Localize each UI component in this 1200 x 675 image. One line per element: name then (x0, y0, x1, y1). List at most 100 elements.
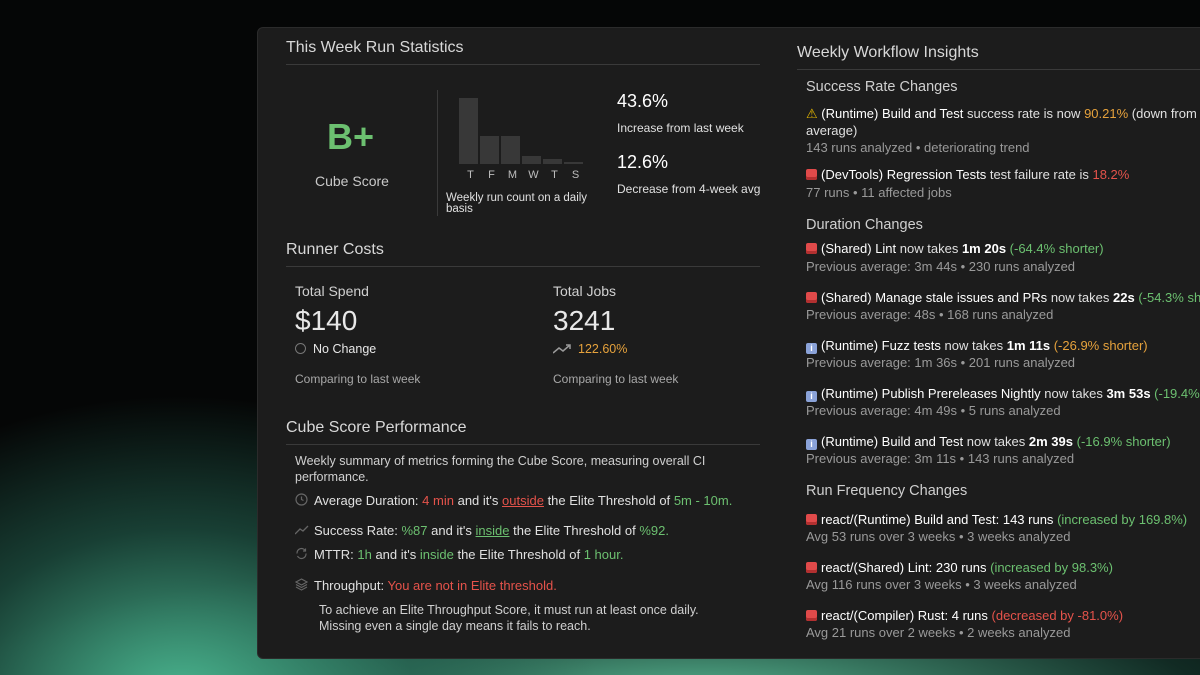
metric-success-mid: and it's (431, 523, 472, 538)
throughput-note-cont: Missing even a single day means it fails… (319, 619, 591, 633)
run-frequency-changes-title: Run Frequency Changes (806, 483, 968, 499)
trend-up-icon (552, 344, 571, 354)
duration-insight-5[interactable]: i (Runtime) Build and Test now takes 2m 3… (806, 434, 1171, 450)
duration-insight-5-time: 2m 39s (1028, 434, 1073, 449)
cube-grade: B+ (327, 116, 375, 157)
info-icon: i (806, 439, 817, 450)
success-insight-1-value: 90.21% (1084, 106, 1129, 121)
duration-insight-3-change: (-26.9% shorter) (1053, 338, 1148, 353)
bar-3 (522, 156, 541, 164)
duration-insight-5-meta: Previous average: 3m 11s • 143 runs anal… (806, 451, 1075, 466)
bar-2 (501, 136, 520, 164)
duration-insight-1[interactable]: (Shared) Lint now takes 1m 20s (-64.4% s… (806, 241, 1104, 256)
duration-insight-4-change: (-19.4% (1154, 386, 1200, 401)
success-insight-2-meta: 77 runs • 11 affected jobs (806, 185, 952, 200)
bar-1 (480, 136, 499, 164)
frequency-insight-3-meta: Avg 21 runs over 2 weeks • 2 weeks analy… (806, 625, 1071, 640)
duration-insight-2-meta: Previous average: 48s • 168 runs analyze… (806, 307, 1054, 322)
alert-badge-icon (806, 169, 817, 180)
total-jobs-label: Total Jobs (553, 283, 617, 299)
duration-insight-2[interactable]: (Shared) Manage stale issues and PRs now… (806, 290, 1200, 305)
duration-insight-3-time: 1m 11s (1006, 338, 1051, 353)
metric-duration-threshold: 5m - 10m. (673, 493, 733, 508)
day-label: S (571, 169, 580, 181)
divider (286, 266, 760, 267)
alert-badge-icon (806, 610, 817, 621)
bar-4 (543, 159, 562, 164)
perf-description-cont: performance. (295, 470, 369, 484)
frequency-insight-1-change: (increased by 169.8%) (1057, 512, 1188, 527)
metric-success-status-link[interactable]: inside (476, 523, 510, 538)
stat-decrease-value: 12.6% (617, 152, 669, 172)
frequency-insight-1-name: react/(Runtime) Build and Test: 143 runs (821, 512, 1054, 527)
refresh-icon (296, 547, 307, 560)
frequency-insight-1[interactable]: react/(Runtime) Build and Test: 143 runs… (806, 512, 1187, 527)
metric-throughput-value: You are not in Elite threshold. (387, 578, 557, 593)
layers-icon (294, 578, 309, 591)
frequency-insight-2-meta: Avg 116 runs over 3 weeks • 3 weeks anal… (806, 577, 1077, 592)
metric-success-rate: Success Rate: %87 and it's inside the El… (294, 523, 670, 538)
metric-duration-value: 4 min (422, 493, 454, 508)
success-insight-1-cont: average) (806, 123, 858, 138)
runner-costs-title: Runner Costs (286, 241, 384, 258)
jobs-change-text: 122.60% (578, 342, 628, 356)
jobs-compare: Comparing to last week (553, 372, 679, 386)
trend-icon (294, 525, 309, 535)
duration-insight-5-name: (Runtime) Build and Test (821, 434, 964, 449)
duration-insight-3[interactable]: i (Runtime) Fuzz tests now takes 1m 11s (… (806, 338, 1148, 354)
weekly-run-bar-chart (459, 98, 589, 164)
stat-increase-label: Increase from last week (617, 121, 744, 135)
no-change-icon (295, 343, 306, 354)
cube-performance-title: Cube Score Performance (286, 419, 467, 436)
warning-icon: ⚠ (806, 106, 818, 121)
alert-badge-icon (806, 562, 817, 573)
metric-throughput-label: Throughput: (314, 578, 385, 593)
stat-decrease-label: Decrease from 4-week avg (617, 182, 761, 196)
workflow-insights-title: Weekly Workflow Insights (797, 44, 979, 61)
alert-badge-icon (806, 292, 817, 303)
metric-success-threshold: %92. (639, 523, 670, 538)
metric-success-value: %87 (401, 523, 428, 538)
metric-success-tail: the Elite Threshold of (513, 523, 636, 538)
duration-insight-4[interactable]: i (Runtime) Publish Prereleases Nightly n… (806, 386, 1200, 402)
bar-5 (564, 162, 583, 164)
duration-insight-1-meta: Previous average: 3m 44s • 230 runs anal… (806, 259, 1076, 274)
day-label: F (488, 169, 495, 181)
total-spend-label: Total Spend (295, 283, 369, 299)
frequency-insight-2[interactable]: react/(Shared) Lint: 230 runs (increased… (806, 560, 1113, 575)
info-icon: i (806, 391, 817, 402)
success-insight-1-meta: 143 runs analyzed • deteriorating trend (806, 140, 1030, 155)
success-insight-1[interactable]: ⚠ (Runtime) Build and Test success rate … (806, 106, 1197, 122)
duration-insight-2-name: (Shared) Manage stale issues and PRs (821, 290, 1048, 305)
total-spend-value: $140 (295, 305, 358, 336)
total-jobs-value: 3241 (553, 305, 616, 336)
frequency-insight-3-name: react/(Compiler) Rust: 4 runs (821, 608, 988, 623)
frequency-insight-3-change: (decreased by -81.0%) (991, 608, 1124, 623)
duration-insight-2-change: (-54.3% sho (1138, 290, 1200, 305)
metric-mttr-value: 1h (357, 547, 372, 562)
success-insight-1-name: (Runtime) Build and Test (821, 106, 964, 121)
frequency-insight-3[interactable]: react/(Compiler) Rust: 4 runs (decreased… (806, 608, 1123, 623)
alert-badge-icon (806, 514, 817, 525)
duration-insight-3-name: (Runtime) Fuzz tests (821, 338, 941, 353)
metric-duration-status-link[interactable]: outside (502, 493, 544, 508)
duration-insight-4-mid: now takes (1044, 386, 1103, 401)
duration-insight-1-name: (Shared) Lint (821, 241, 897, 256)
dashboard-panel: This Week Run Statistics B+ Cube Score T… (257, 27, 1200, 659)
day-label: T (551, 169, 558, 181)
day-label: M (507, 169, 518, 181)
metric-throughput: Throughput: You are not in Elite thresho… (294, 578, 557, 593)
success-insight-2[interactable]: (DevTools) Regression Tests test failure… (806, 167, 1129, 182)
metric-duration: Average Duration: 4 min and it's outside… (295, 493, 732, 508)
metric-mttr-tail: the Elite Threshold of (457, 547, 581, 562)
bar-0 (459, 98, 478, 164)
duration-insight-1-time: 1m 20s (961, 241, 1007, 256)
metric-mttr: MTTR: 1h and it's inside the Elite Thres… (295, 547, 623, 562)
divider (286, 444, 760, 445)
metric-mttr-status: inside (419, 547, 454, 562)
success-rate-changes-title: Success Rate Changes (806, 79, 958, 95)
duration-insight-4-time: 3m 53s (1106, 386, 1151, 401)
day-label: W (528, 169, 539, 181)
success-insight-2-mid: test failure rate is (989, 167, 1089, 182)
spend-compare: Comparing to last week (295, 372, 421, 386)
